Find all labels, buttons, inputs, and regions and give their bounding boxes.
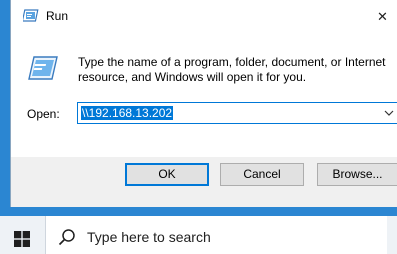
run-title-icon [23,9,39,22]
dialog-description: Type the name of a program, folder, docu… [78,55,386,84]
taskbar-search-box[interactable]: Type here to search [45,216,388,254]
run-dialog: Run ✕ Type the name of a program, folder… [10,0,397,207]
close-icon[interactable]: ✕ [377,0,397,34]
title-bar[interactable]: Run ✕ [11,0,397,34]
run-icon [28,56,58,80]
ok-button[interactable]: OK [125,163,209,186]
open-input-value[interactable]: \\192.168.13.202 [81,106,174,120]
open-label: Open: [27,107,60,121]
cancel-button[interactable]: Cancel [220,163,304,186]
dialog-body: Type the name of a program, folder, docu… [11,34,397,157]
open-input[interactable]: \\192.168.13.202 [77,102,397,124]
search-icon [58,229,75,246]
windows-logo-icon[interactable] [14,231,30,247]
taskbar: Type here to search [0,216,397,254]
desktop-background [0,0,10,216]
browse-button[interactable]: Browse... [317,163,397,186]
desktop-strip [0,207,397,216]
dialog-footer: OK Cancel Browse... [11,157,397,207]
dialog-title: Run [46,9,69,23]
search-placeholder: Type here to search [87,229,211,245]
chevron-down-icon[interactable] [384,108,394,118]
taskbar-edge [387,216,397,254]
